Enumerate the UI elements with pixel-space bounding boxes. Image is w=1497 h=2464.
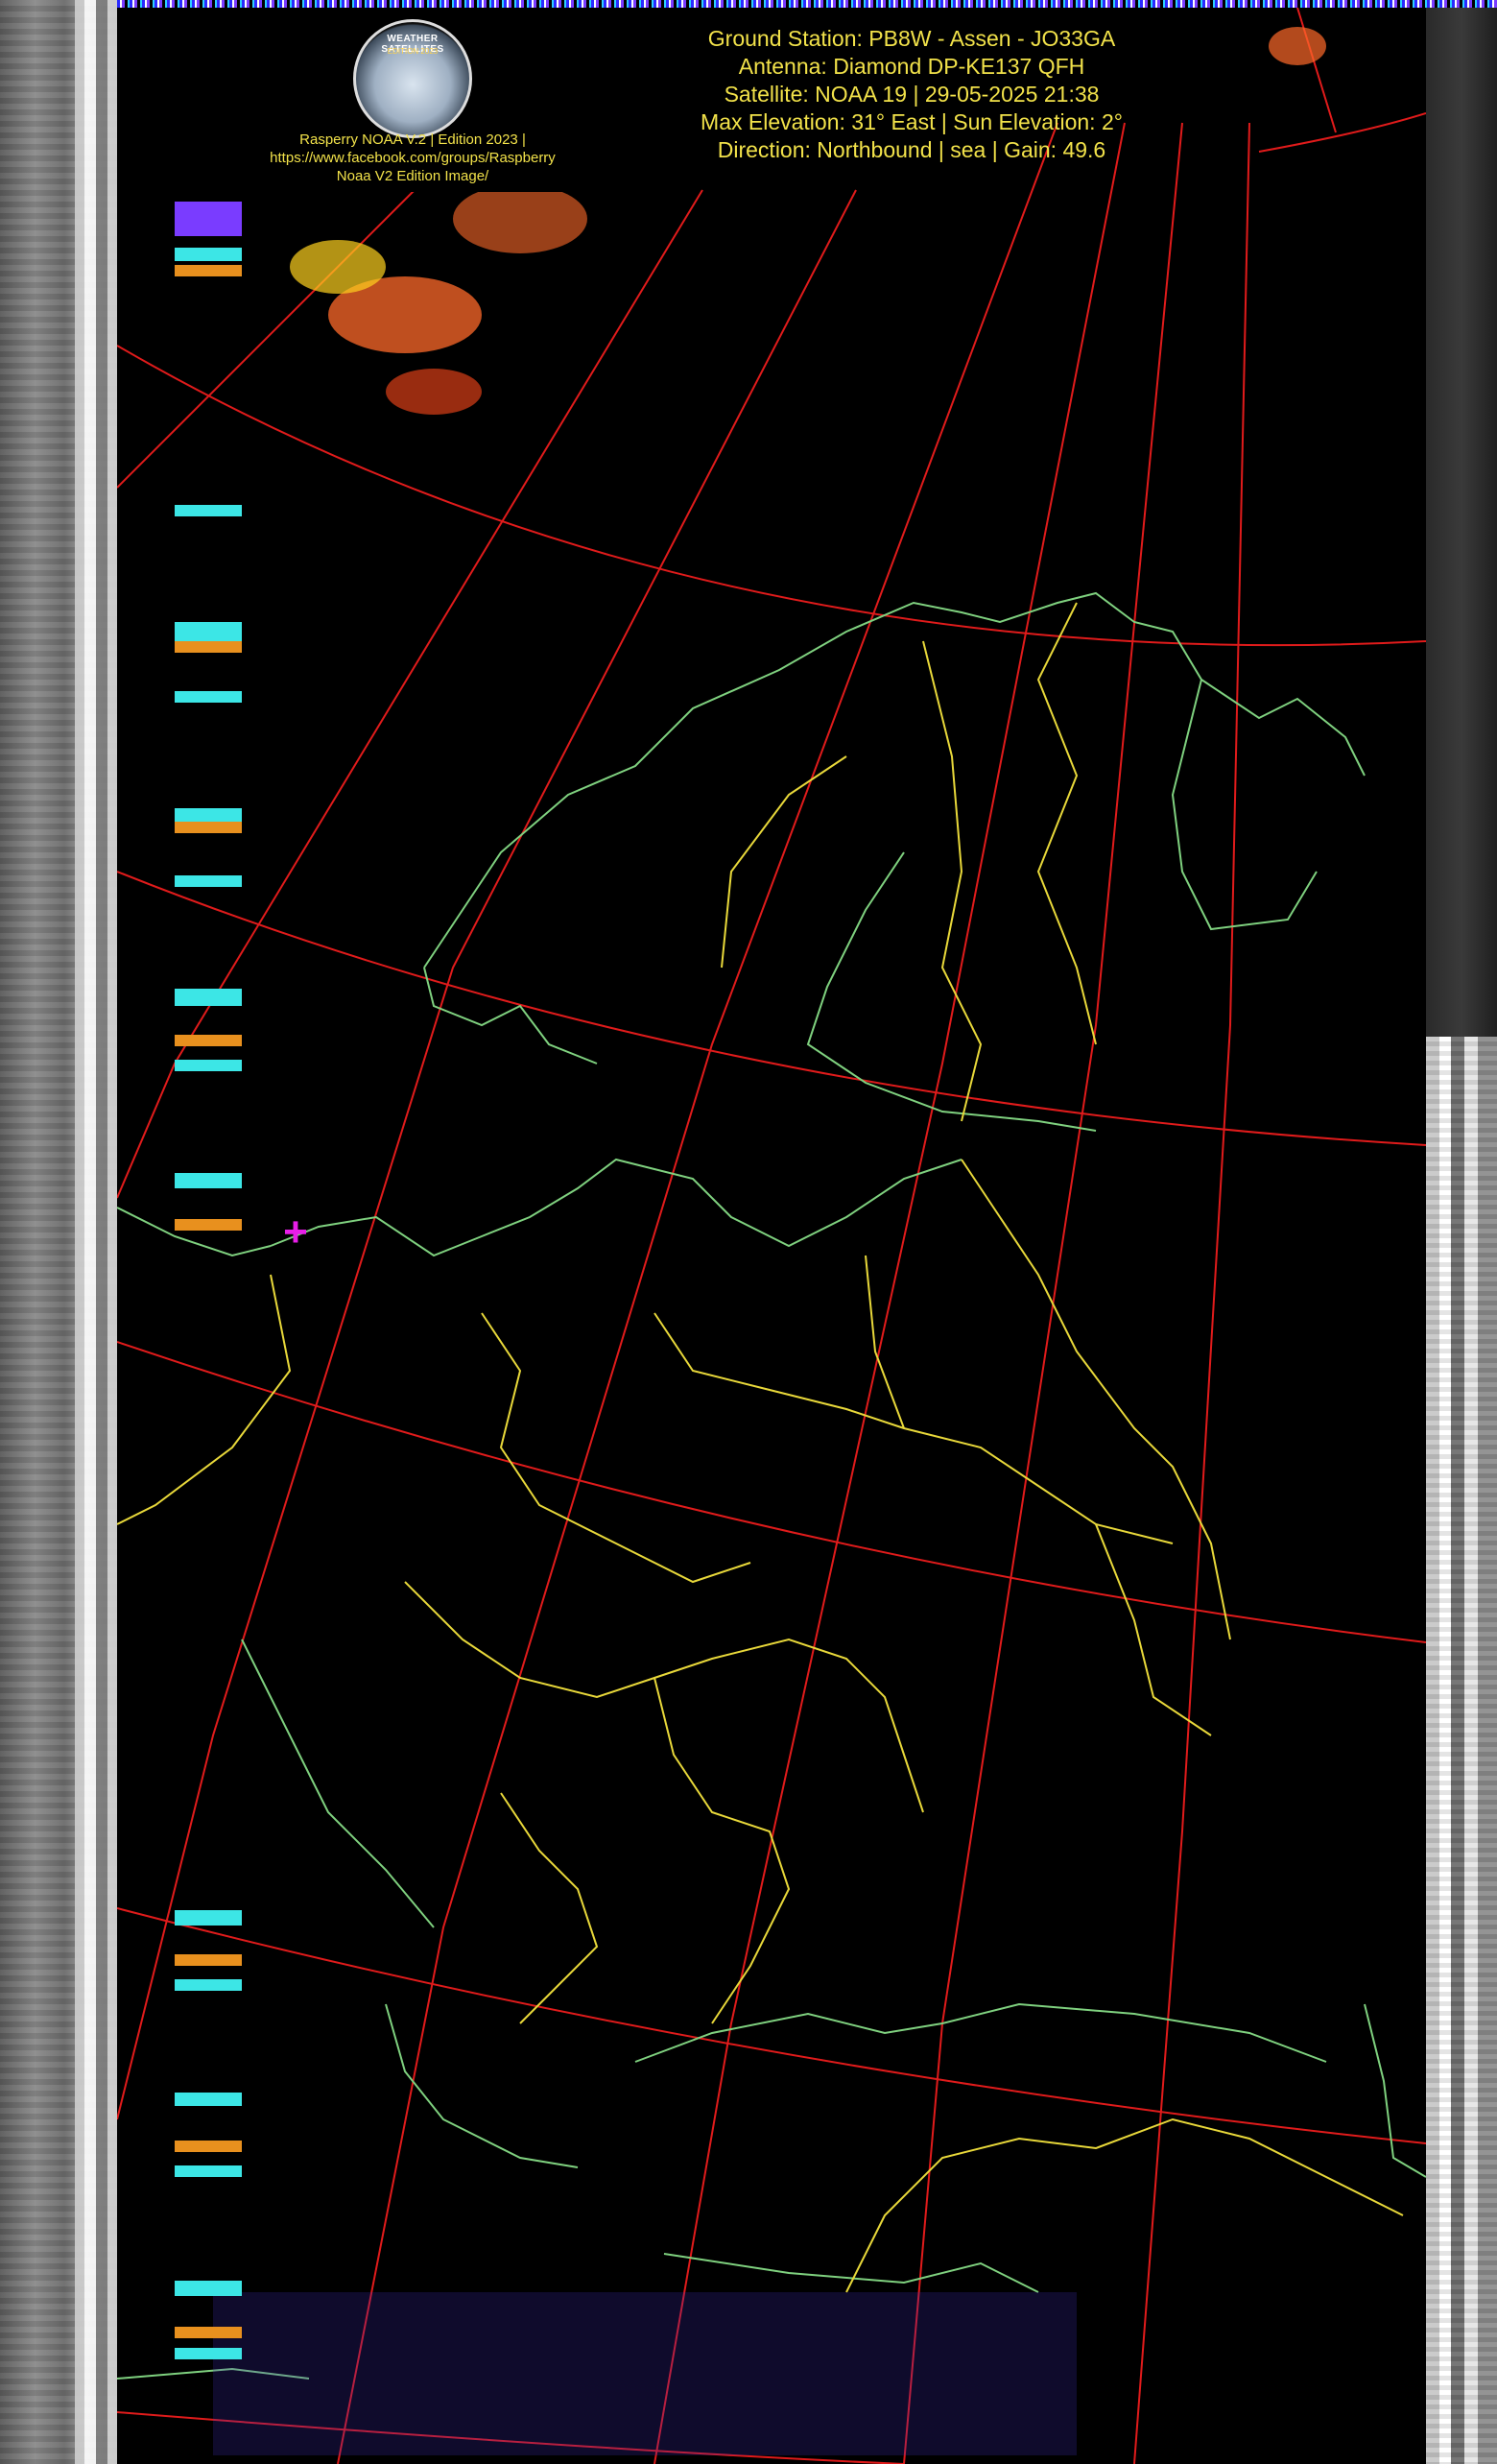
telemetry-block [175,2327,242,2338]
caption-line: https://www.facebook.com/groups/Raspberr… [270,150,556,166]
right-calibration-wedge [1426,1037,1497,2464]
turkey-south-coast [663,2253,1039,2293]
telemetry-channel-strip [175,0,242,2464]
telemetry-block [175,1035,242,1046]
telemetry-block [175,2281,242,2296]
telemetry-block [175,2093,242,2106]
caption-line: Noaa V2 Edition Image/ [336,168,489,184]
right-image-channel-dark [1426,0,1497,1037]
norway-south-coast [423,967,598,1065]
border [865,1255,905,1429]
pass-info: Ground Station: PB8W - Assen - JO33GA An… [653,25,1171,164]
latitude-line [117,1341,1426,1643]
greek-coast [385,2003,579,2168]
latitude-lines [117,112,1426,2464]
ground-station-marker: + [283,1208,308,1256]
elevation-label: Max Elevation: 31° East | Sun Elevation:… [701,109,1123,134]
longitude-line [337,122,1058,2464]
caption-line: Rasperry NOAA V.2 | Edition 2023 | [299,132,526,148]
ground-station-label: Ground Station: PB8W - Assen - JO33GA [707,26,1116,51]
direction-label: Direction: Northbound | sea | Gain: 49.6 [717,137,1106,162]
longitude-line [1296,8,1337,133]
latitude-line [1258,112,1426,153]
logo-caption: Rasperry NOAA V.2 | Edition 2023 | https… [250,131,576,185]
telemetry-block [175,265,242,276]
border [961,1159,1231,1640]
border [481,1312,751,1584]
telemetry-block [175,1060,242,1071]
border [653,1312,1174,1544]
national-borders [117,602,1404,2293]
telemetry-block [175,1954,242,1966]
border [1036,602,1097,1045]
longitude-line [1133,122,1250,2464]
left-calibration-wedge [75,0,117,2464]
weather-satellites-logo: WEATHER SATELLITES EDITION 2023 [353,19,472,138]
coastlines [117,591,1426,2380]
telemetry-block [175,248,242,261]
telemetry-block [175,622,242,641]
satellite-label: Satellite: NOAA 19 | 29-05-2025 21:38 [724,82,1100,107]
antenna-label: Antenna: Diamond DP-KE137 QFH [738,54,1085,79]
telemetry-block [175,1219,242,1231]
kola-coast [1171,679,1318,931]
telemetry-block [175,2141,242,2152]
logo-edition: EDITION 2023 [387,47,439,56]
logo-block: WEATHER SATELLITES EDITION 2023 Rasperry… [250,19,576,192]
telemetry-block [175,505,242,516]
telemetry-block [175,822,242,833]
telemetry-block [175,202,242,236]
precipitation-patch [290,240,386,294]
map-image [117,8,1426,2464]
bothnia-coast [806,851,1097,1132]
precipitation-patch [1269,27,1326,65]
telemetry-block [175,808,242,822]
telemetry-block [175,989,242,1006]
telemetry-block [175,691,242,703]
border [721,755,847,969]
border [500,1792,599,2024]
telemetry-block [175,1173,242,1188]
telemetry-block [175,2165,242,2177]
border [845,2117,1404,2293]
telemetry-block [175,1910,242,1926]
latitude-line [117,1907,1426,2144]
precipitation-patch [386,369,482,415]
border [404,1581,924,1813]
map-overlay [117,8,1426,2464]
telemetry-block [175,641,242,653]
latitude-line [117,345,1426,647]
telemetry-block [175,875,242,887]
caspian-coast [1364,2003,1426,2178]
adriatic-coast [241,1639,435,1928]
precipitation-patch [453,184,587,253]
noise-speckle-band [213,2292,1077,2455]
telemetry-block [175,2348,242,2359]
telemetry-block [175,1979,242,1991]
weather-echoes [213,27,1326,2455]
black-sea-north-coast [634,2002,1327,2063]
border [922,640,983,1122]
southern-baltic-coast [270,1158,962,1257]
scandinavia-coast [423,591,1366,969]
longitude-line [903,122,1183,2464]
top-noise-band [117,0,1497,8]
